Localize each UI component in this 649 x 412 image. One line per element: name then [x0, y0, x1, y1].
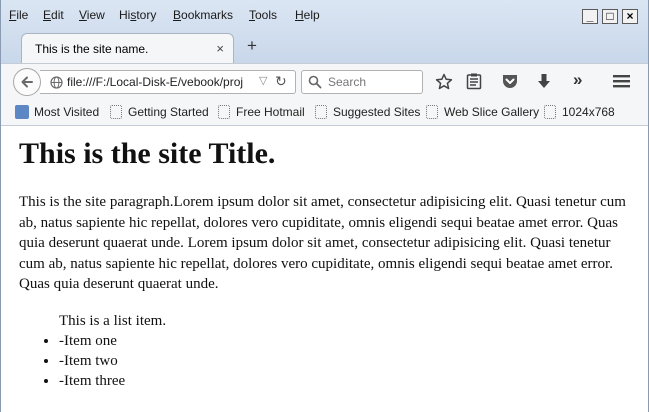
- page-content: This is the site Title. This is the site…: [1, 126, 648, 412]
- bookmark-suggested-sites[interactable]: Suggested Sites: [315, 105, 420, 119]
- downloads-icon[interactable]: [536, 73, 552, 90]
- menu-tools[interactable]: Tools: [249, 8, 277, 22]
- tab-close-icon[interactable]: ×: [216, 41, 224, 56]
- tab-title: This is the site name.: [35, 42, 149, 56]
- most-visited-icon: [15, 105, 29, 119]
- page-title: This is the site Title.: [19, 137, 276, 170]
- nav-bar: file:///F:/Local-Disk-E/vebook/proj ▽ ↻ …: [1, 63, 648, 100]
- bookmark-label: Most Visited: [34, 105, 100, 119]
- list-section: This is a list item. -Item one -Item two…: [43, 311, 166, 391]
- list-item: -Item two: [59, 351, 166, 371]
- pocket-icon[interactable]: [501, 73, 519, 90]
- search-box[interactable]: Search: [301, 70, 423, 94]
- browser-window: File Edit View History Bookmarks Tools H…: [0, 0, 649, 412]
- bookmark-label: Suggested Sites: [333, 105, 421, 119]
- overflow-chevron-icon[interactable]: »: [573, 70, 582, 90]
- menu-file[interactable]: File: [9, 8, 28, 22]
- page-icon: [315, 105, 327, 119]
- hamburger-menu-icon[interactable]: [613, 73, 630, 89]
- maximize-button[interactable]: □: [602, 9, 618, 24]
- back-icon: [21, 76, 33, 88]
- menu-bookmarks[interactable]: Bookmarks: [173, 8, 233, 22]
- menu-bar: File Edit View History Bookmarks Tools H…: [1, 0, 648, 30]
- bookmark-free-hotmail[interactable]: Free Hotmail: [218, 105, 305, 119]
- new-tab-button[interactable]: +: [247, 36, 257, 56]
- reading-list-icon[interactable]: [466, 73, 482, 90]
- bullet-list: -Item one -Item two -Item three: [43, 331, 166, 391]
- bookmark-most-visited[interactable]: Most Visited: [15, 105, 99, 119]
- list-item: -Item one: [59, 331, 166, 351]
- menu-history[interactable]: History: [119, 8, 156, 22]
- reload-icon[interactable]: ↻: [275, 73, 287, 90]
- list-heading: This is a list item.: [59, 313, 167, 329]
- globe-icon: [50, 76, 63, 89]
- page-paragraph: This is the site paragraph.Lorem ipsum d…: [19, 194, 626, 292]
- menu-edit[interactable]: Edit: [43, 8, 64, 22]
- page-icon: [544, 105, 556, 119]
- page-icon: [110, 105, 122, 119]
- search-icon: [308, 75, 322, 89]
- bookmark-label: Web Slice Gallery: [444, 105, 540, 119]
- search-input[interactable]: Search: [328, 75, 366, 89]
- bookmark-web-slice-gallery[interactable]: Web Slice Gallery: [426, 105, 539, 119]
- page-icon: [426, 105, 438, 119]
- tab-active[interactable]: This is the site name. ×: [21, 33, 234, 63]
- title-area: File Edit View History Bookmarks Tools H…: [1, 0, 648, 63]
- bookmark-getting-started[interactable]: Getting Started: [110, 105, 209, 119]
- list-item: -Item three: [59, 371, 166, 391]
- bookmark-label: Free Hotmail: [236, 105, 305, 119]
- dropdown-icon[interactable]: ▽: [259, 74, 267, 87]
- bookmark-label: Getting Started: [128, 105, 209, 119]
- bookmark-label: 1024x768: [562, 105, 615, 119]
- bookmark-star-icon[interactable]: [435, 73, 453, 91]
- bookmarks-toolbar: Most Visited Getting Started Free Hotmai…: [1, 100, 648, 126]
- close-window-button[interactable]: ×: [622, 9, 638, 24]
- back-button[interactable]: [13, 68, 41, 96]
- minimize-button[interactable]: _: [582, 9, 598, 24]
- menu-view[interactable]: View: [79, 8, 105, 22]
- url-bar[interactable]: file:///F:/Local-Disk-E/vebook/proj ▽ ↻: [40, 70, 296, 94]
- page-icon: [218, 105, 230, 119]
- url-text[interactable]: file:///F:/Local-Disk-E/vebook/proj: [67, 75, 252, 89]
- menu-help[interactable]: Help: [295, 8, 320, 22]
- bookmark-1024x768[interactable]: 1024x768: [544, 105, 615, 119]
